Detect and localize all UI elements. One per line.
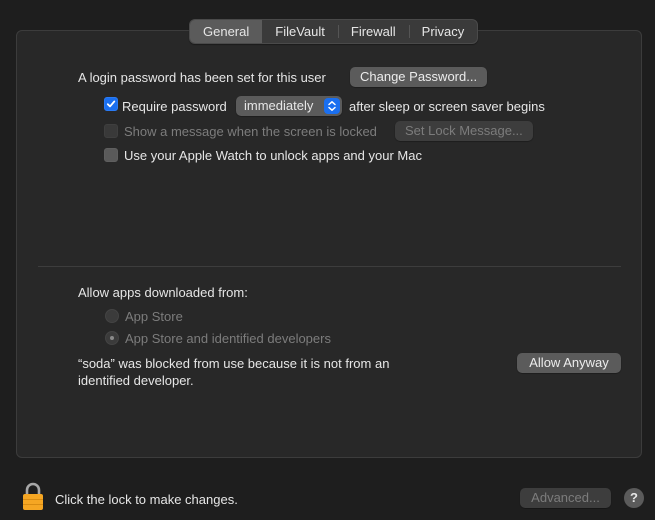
tab-bar: General FileVault Firewall Privacy: [189, 19, 479, 44]
apple-watch-checkbox[interactable]: [104, 148, 118, 162]
tab-firewall[interactable]: Firewall: [337, 20, 409, 43]
require-password-interval-select[interactable]: immediately: [236, 96, 342, 116]
tab-general[interactable]: General: [190, 20, 263, 43]
blocked-message-line1: “soda” was blocked from use because it i…: [78, 356, 390, 371]
show-message-label: Show a message when the screen is locked: [124, 124, 377, 139]
chevron-updown-icon: [324, 98, 340, 114]
require-password-label: Require password: [122, 99, 227, 114]
require-password-suffix: after sleep or screen saver begins: [349, 99, 545, 114]
section-divider: [38, 266, 621, 267]
checkmark-icon: [106, 100, 116, 108]
allow-apps-heading: Allow apps downloaded from:: [78, 285, 248, 300]
show-message-checkbox[interactable]: [104, 124, 118, 138]
login-password-text: A login password has been set for this u…: [78, 70, 326, 85]
tab-privacy[interactable]: Privacy: [408, 20, 478, 43]
tab-filevault[interactable]: FileVault: [262, 20, 338, 43]
set-lock-message-button[interactable]: Set Lock Message...: [395, 121, 533, 141]
radio-app-store[interactable]: [105, 309, 119, 323]
radio-identified-developers[interactable]: [105, 331, 119, 345]
help-button[interactable]: ?: [624, 488, 644, 508]
require-password-checkbox[interactable]: [104, 97, 118, 111]
advanced-button[interactable]: Advanced...: [520, 488, 611, 508]
lock-text: Click the lock to make changes.: [55, 492, 238, 507]
allow-anyway-button[interactable]: Allow Anyway: [517, 353, 621, 373]
change-password-button[interactable]: Change Password...: [350, 67, 488, 87]
interval-value: immediately: [244, 98, 314, 113]
apple-watch-label: Use your Apple Watch to unlock apps and …: [124, 148, 422, 163]
lock-icon[interactable]: [21, 481, 45, 511]
blocked-message-line2: identified developer.: [78, 373, 194, 388]
radio-app-store-label: App Store: [125, 309, 183, 324]
radio-identified-developers-label: App Store and identified developers: [125, 331, 331, 346]
general-panel: [16, 30, 642, 458]
